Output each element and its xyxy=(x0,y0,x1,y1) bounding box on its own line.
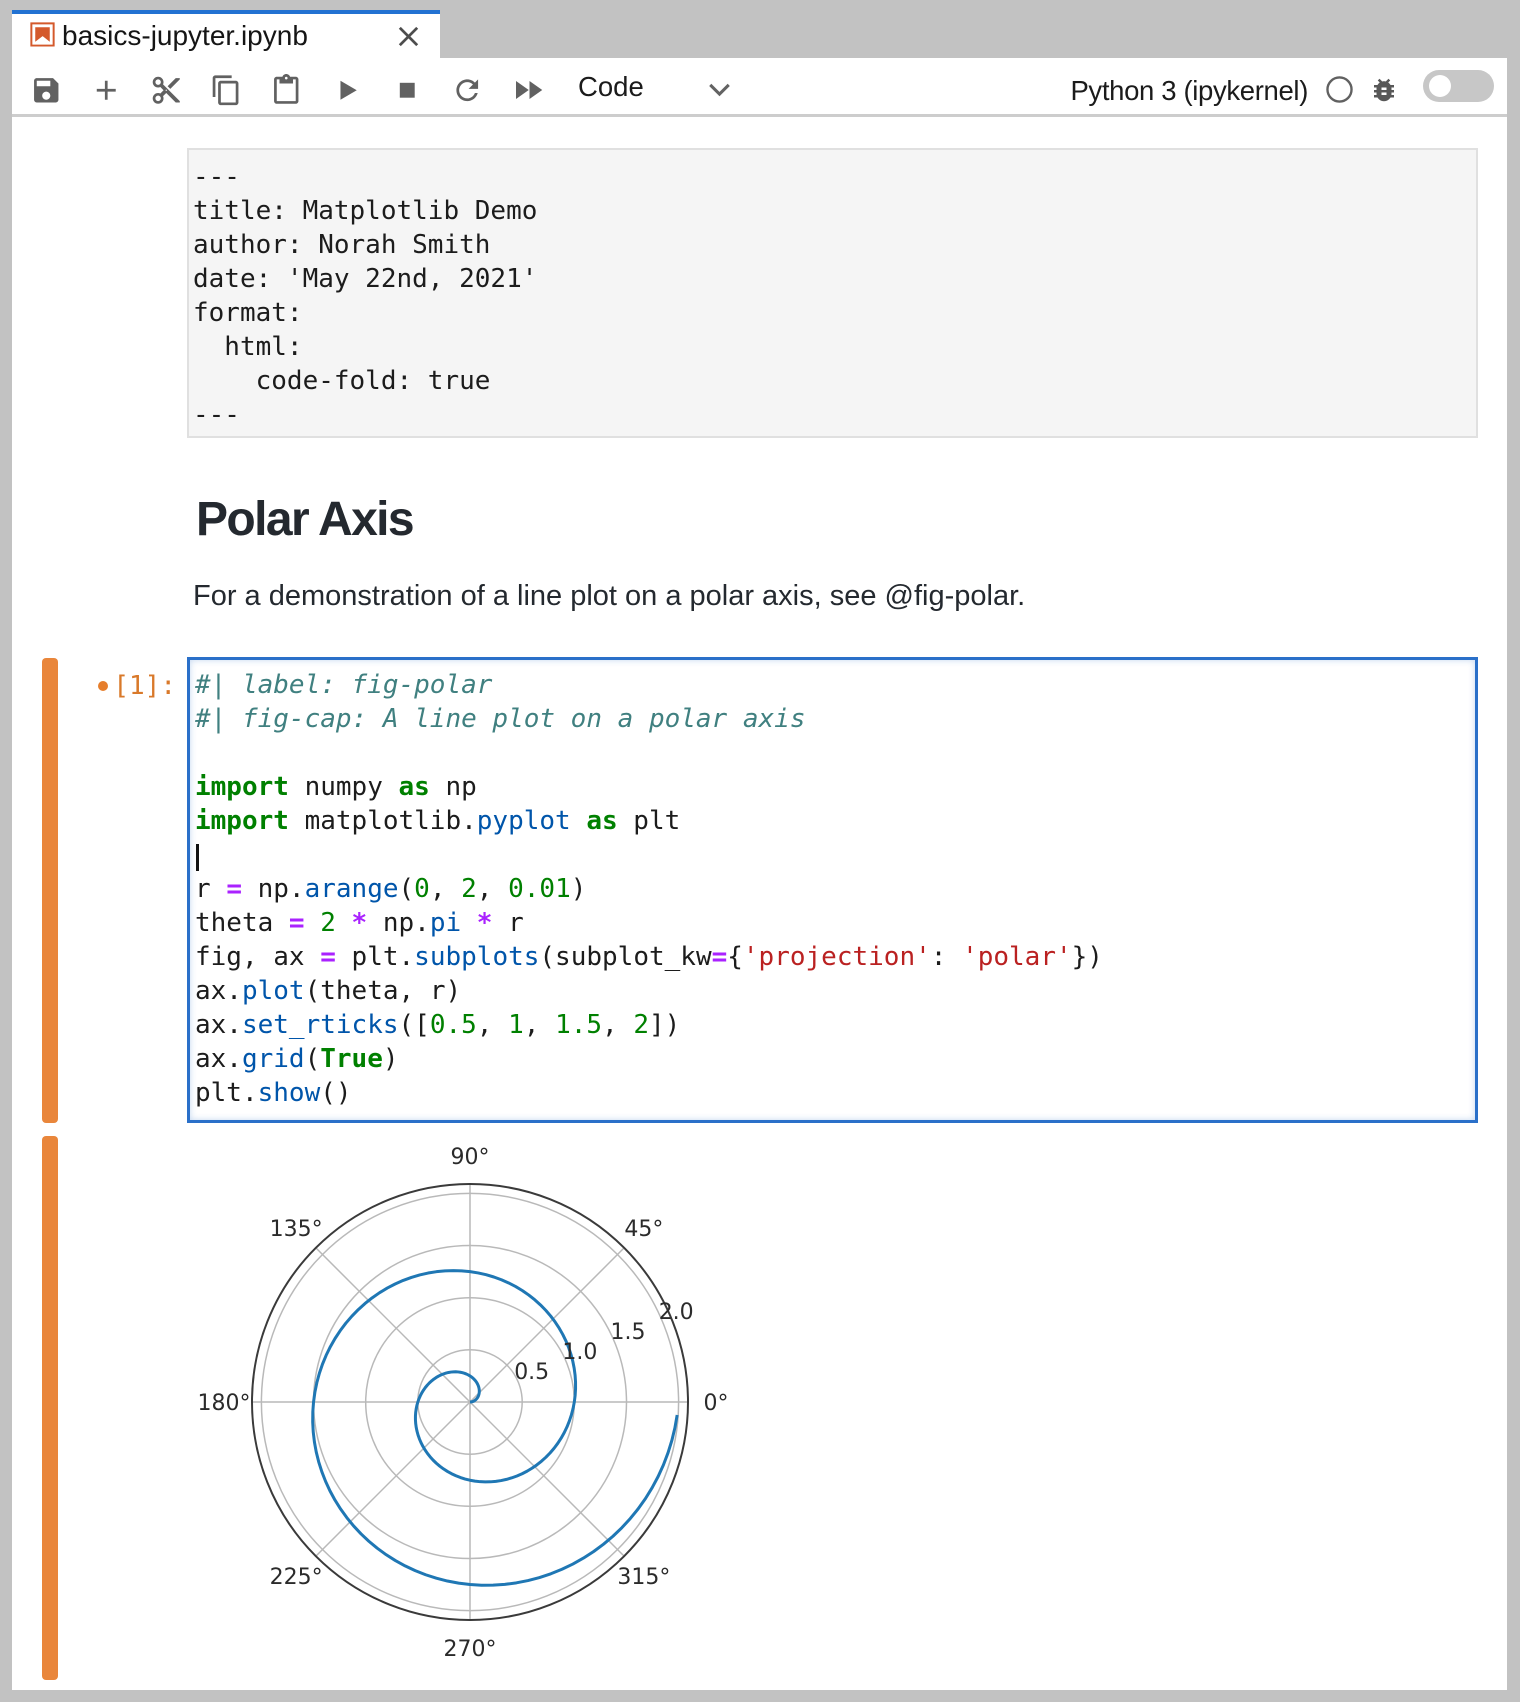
bug-icon[interactable] xyxy=(1369,75,1399,105)
kernel-name[interactable]: Python 3 (ipykernel) xyxy=(1070,75,1308,107)
svg-text:225°: 225° xyxy=(270,1565,323,1590)
save-icon xyxy=(30,74,63,107)
run-icon xyxy=(331,74,364,107)
paste-cells-button[interactable] xyxy=(270,74,303,107)
cut-icon xyxy=(150,74,183,107)
add-icon xyxy=(90,74,123,107)
save-button[interactable] xyxy=(30,74,63,107)
raw-cell-source: --- title: Matplotlib Demo author: Norah… xyxy=(193,160,537,432)
notebook-icon xyxy=(28,20,57,49)
restart-run-all-button[interactable] xyxy=(510,72,546,108)
input-collapser[interactable] xyxy=(42,658,58,1123)
raw-cell-editor[interactable]: --- title: Matplotlib Demo author: Norah… xyxy=(187,148,1478,438)
paste-icon xyxy=(270,74,303,107)
code-cell-source: #| label: fig-polar#| fig-cap: A line pl… xyxy=(195,668,1103,1110)
fast-forward-icon xyxy=(510,72,546,108)
insert-cell-button[interactable] xyxy=(90,74,123,107)
svg-text:315°: 315° xyxy=(617,1565,670,1590)
text-cursor xyxy=(196,844,199,871)
svg-text:45°: 45° xyxy=(624,1217,663,1242)
copy-icon xyxy=(210,74,243,107)
markdown-paragraph: For a demonstration of a line plot on a … xyxy=(193,580,1025,613)
notebook-tab[interactable]: basics-jupyter.ipynb xyxy=(12,10,440,58)
cell-type-dropdown[interactable]: Code xyxy=(578,71,743,107)
svg-text:180°: 180° xyxy=(198,1391,251,1416)
svg-text:1.0: 1.0 xyxy=(562,1340,597,1365)
chevron-down-icon xyxy=(701,71,738,108)
svg-text:90°: 90° xyxy=(451,1145,490,1170)
restart-icon xyxy=(451,74,484,107)
restart-kernel-button[interactable] xyxy=(451,74,484,107)
svg-text:0°: 0° xyxy=(704,1391,729,1416)
cut-cells-button[interactable] xyxy=(150,74,183,107)
svg-text:270°: 270° xyxy=(444,1637,497,1662)
close-icon[interactable] xyxy=(397,25,420,48)
kernel-idle-circle-icon[interactable] xyxy=(1326,76,1353,103)
cell-type-value: Code xyxy=(578,71,644,102)
polar-plot-output: 0° 45° 90° 135° 180° 225° 270° 315° 0.5 1.0 1.5 2.0 xyxy=(187,1131,757,1679)
markdown-heading: Polar Axis xyxy=(196,492,413,547)
interrupt-kernel-button[interactable] xyxy=(391,74,424,107)
run-cell-button[interactable] xyxy=(331,74,364,107)
svg-text:0.5: 0.5 xyxy=(514,1360,549,1385)
stop-icon xyxy=(391,74,424,107)
output-collapser[interactable] xyxy=(42,1136,58,1680)
svg-text:2.0: 2.0 xyxy=(659,1300,694,1325)
execution-count-prompt: [1]: xyxy=(60,669,176,703)
svg-text:135°: 135° xyxy=(270,1217,323,1242)
code-cell-editor[interactable]: #| label: fig-polar#| fig-cap: A line pl… xyxy=(187,657,1478,1123)
simple-mode-toggle[interactable] xyxy=(1423,70,1494,102)
tab-title: basics-jupyter.ipynb xyxy=(62,20,308,52)
svg-text:1.5: 1.5 xyxy=(611,1320,646,1345)
jupyterlab-window: basics-jupyter.ipynb Code Python 3 (ipyk… xyxy=(0,0,1520,1702)
toggle-knob xyxy=(1429,75,1451,97)
copy-cells-button[interactable] xyxy=(210,74,243,107)
